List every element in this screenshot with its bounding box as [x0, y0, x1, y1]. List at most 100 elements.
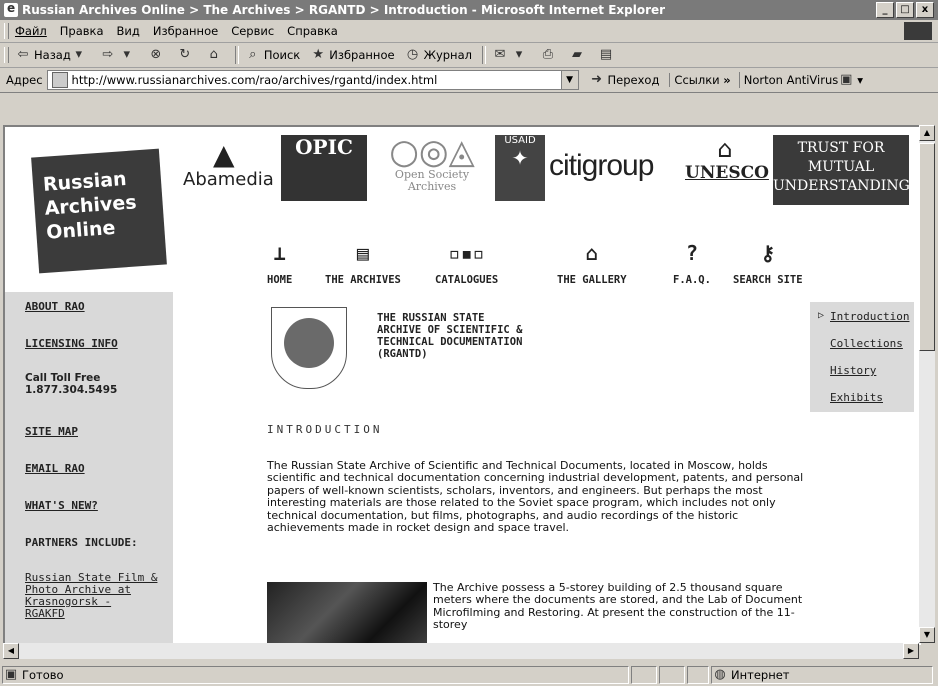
opic-logo[interactable]: OPIC — [281, 135, 367, 201]
introduction-heading: INTRODUCTION — [267, 423, 383, 436]
menu-help[interactable]: Справка — [287, 24, 338, 38]
forward-button[interactable]: ⇨ ▾ — [100, 47, 138, 63]
unesco-logo[interactable]: ⌂ UNESCO — [685, 135, 769, 183]
mail-button[interactable]: ✉ ▾ — [492, 47, 530, 63]
scroll-left-button[interactable]: ◀ — [3, 643, 19, 659]
home-button[interactable]: ⌂ — [206, 47, 225, 63]
back-button[interactable]: ⇦ Назад ▾ — [15, 47, 90, 63]
scroll-thumb[interactable] — [919, 143, 935, 351]
scroll-down-button[interactable]: ▼ — [919, 627, 935, 643]
citigroup-logo[interactable]: citigroup — [549, 149, 654, 183]
chevron-down-icon: ▾ — [75, 47, 83, 62]
horizontal-scrollbar[interactable]: ◀ ▶ — [3, 643, 919, 659]
subnav-collections[interactable]: Collections — [830, 337, 903, 350]
minimize-button[interactable]: _ — [876, 2, 894, 18]
site-map-link[interactable]: SITE MAP — [25, 425, 78, 438]
whats-new-link[interactable]: WHAT'S NEW? — [25, 499, 98, 512]
history-button[interactable]: ◷ Журнал — [405, 47, 472, 63]
menu-grip — [4, 23, 9, 39]
subnav-introduction[interactable]: Introduction — [830, 310, 909, 323]
nav-home-label: HOME — [267, 274, 293, 286]
subnav-history[interactable]: History — [830, 364, 876, 377]
nav-catalogues[interactable]: ▫▪▫ CATALOGUES — [435, 242, 498, 286]
address-input[interactable]: http://www.russianarchives.com/rao/archi… — [46, 70, 579, 90]
discuss-icon: ▤ — [599, 47, 613, 62]
links-button[interactable]: Ссылки » — [669, 73, 731, 87]
norton-icon: ▣ — [840, 72, 853, 87]
scroll-right-button[interactable]: ▶ — [903, 643, 919, 659]
chevron-down-icon: ▾ — [515, 47, 523, 62]
nav-search-label: SEARCH SITE — [733, 274, 803, 286]
close-button[interactable]: x — [916, 2, 934, 18]
nav-faq-label: F.A.Q. — [673, 274, 711, 286]
favorites-button[interactable]: ★ Избранное — [310, 47, 394, 63]
licensing-info-link[interactable]: LICENSING INFO — [25, 337, 118, 350]
abamedia-flame-icon: ▲ — [213, 138, 235, 171]
title-bar: Russian Archives Online > The Archives >… — [0, 0, 938, 20]
gallery-icon: ⌂ — [585, 241, 598, 265]
nav-archives-label: THE ARCHIVES — [325, 274, 401, 286]
edit-button[interactable]: ▰ — [569, 47, 588, 63]
osa-logo[interactable]: ○◎◬ Open Society Archives — [377, 135, 487, 193]
usaid-logo[interactable]: USAID ✦ — [495, 135, 545, 201]
about-rao-link[interactable]: ABOUT RAO — [25, 300, 85, 313]
status-cell — [659, 665, 685, 684]
maximize-button[interactable]: □ — [896, 2, 914, 18]
page-icon — [51, 72, 68, 88]
nav-home[interactable]: ⊥ HOME — [267, 242, 292, 286]
nav-the-archives[interactable]: ▤ THE ARCHIVES — [325, 242, 401, 286]
home-icon: ⊥ — [273, 241, 286, 265]
print-button[interactable]: ⎙ — [540, 47, 559, 63]
temple-icon: ⌂ — [717, 135, 733, 163]
search-icon: ⌕ — [249, 47, 257, 62]
status-main: ▣ Готово — [2, 665, 629, 684]
osa-label2: Archives — [407, 180, 457, 193]
partners-include-heading: PARTNERS INCLUDE: — [25, 536, 138, 549]
archive-title: THE RUSSIAN STATE ARCHIVE OF SCIENTIFIC … — [377, 312, 523, 360]
partner-link-line: RGAKFD — [25, 607, 65, 620]
chevron-down-icon: ▾ — [857, 73, 864, 87]
go-button[interactable]: ➜ Переход — [589, 72, 659, 88]
email-rao-link[interactable]: EMAIL RAO — [25, 462, 85, 475]
menu-view[interactable]: Вид — [117, 24, 140, 38]
norton-antivirus-button[interactable]: Norton AntiVirus ▣ ▾ — [738, 72, 864, 88]
menu-file[interactable]: Файл — [15, 24, 47, 38]
nav-faq[interactable]: ? F.A.Q. — [673, 242, 711, 286]
catalogue-icon: ▫▪▫ — [448, 241, 485, 265]
menu-edit[interactable]: Правка — [60, 24, 104, 38]
eagle-icon — [284, 318, 334, 368]
status-bar: ▣ Готово ◍ Интернет — [0, 663, 938, 686]
subnav-exhibits[interactable]: Exhibits — [830, 391, 883, 404]
intro-paragraph: The Russian State Archive of Scientific … — [267, 459, 804, 535]
stop-icon: ⊗ — [150, 47, 162, 62]
russian-coat-of-arms-emblem — [271, 307, 347, 389]
discuss-button[interactable]: ▤ — [598, 47, 617, 63]
osa-symbol-icon: ○◎◬ — [389, 132, 475, 172]
nav-search-site[interactable]: ⚷ SEARCH SITE — [733, 242, 803, 286]
menu-tools[interactable]: Сервис — [231, 24, 274, 38]
abamedia-label: Abamedia — [183, 169, 274, 190]
rao-logo[interactable]: Russian Archives Online — [31, 148, 167, 274]
refresh-button[interactable]: ↻ — [177, 47, 196, 63]
history-icon: ◷ — [406, 47, 419, 62]
vertical-scrollbar[interactable]: ▲ ▼ — [919, 125, 935, 643]
favorites-label: Избранное — [329, 48, 395, 62]
partner-rgakfd-link[interactable]: Russian State Film & Photo Archive at Kr… — [25, 572, 157, 620]
forward-arrow-icon: ⇨ — [102, 47, 114, 62]
scroll-up-button[interactable]: ▲ — [919, 125, 935, 141]
menu-favorites[interactable]: Избранное — [153, 24, 218, 38]
left-sidebar: ABOUT RAO LICENSING INFO Call Toll Free … — [5, 292, 173, 645]
stop-button[interactable]: ⊗ — [148, 47, 167, 63]
page-icon: ▣ — [4, 666, 18, 682]
address-dropdown[interactable]: ▼ — [560, 71, 578, 89]
citigroup-label: citigroup — [549, 149, 654, 182]
abamedia-logo[interactable]: ▲ Abamedia — [183, 138, 274, 191]
security-zone: ◍ Интернет — [711, 665, 933, 684]
go-arrow-icon: ➜ — [591, 72, 602, 87]
trust-logo[interactable]: Trust for Mutual Understanding — [773, 135, 910, 205]
archive-box-icon: ▤ — [356, 241, 369, 265]
links-label: Ссылки — [674, 73, 720, 87]
standard-toolbar: ⇦ Назад ▾ ⇨ ▾ ⊗ ↻ ⌂ ⌕ Поиск ★ Избранное ◷ Журн… — [0, 43, 938, 68]
search-button[interactable]: ⌕ Поиск — [245, 47, 300, 63]
nav-the-gallery[interactable]: ⌂ THE GALLERY — [557, 242, 627, 286]
